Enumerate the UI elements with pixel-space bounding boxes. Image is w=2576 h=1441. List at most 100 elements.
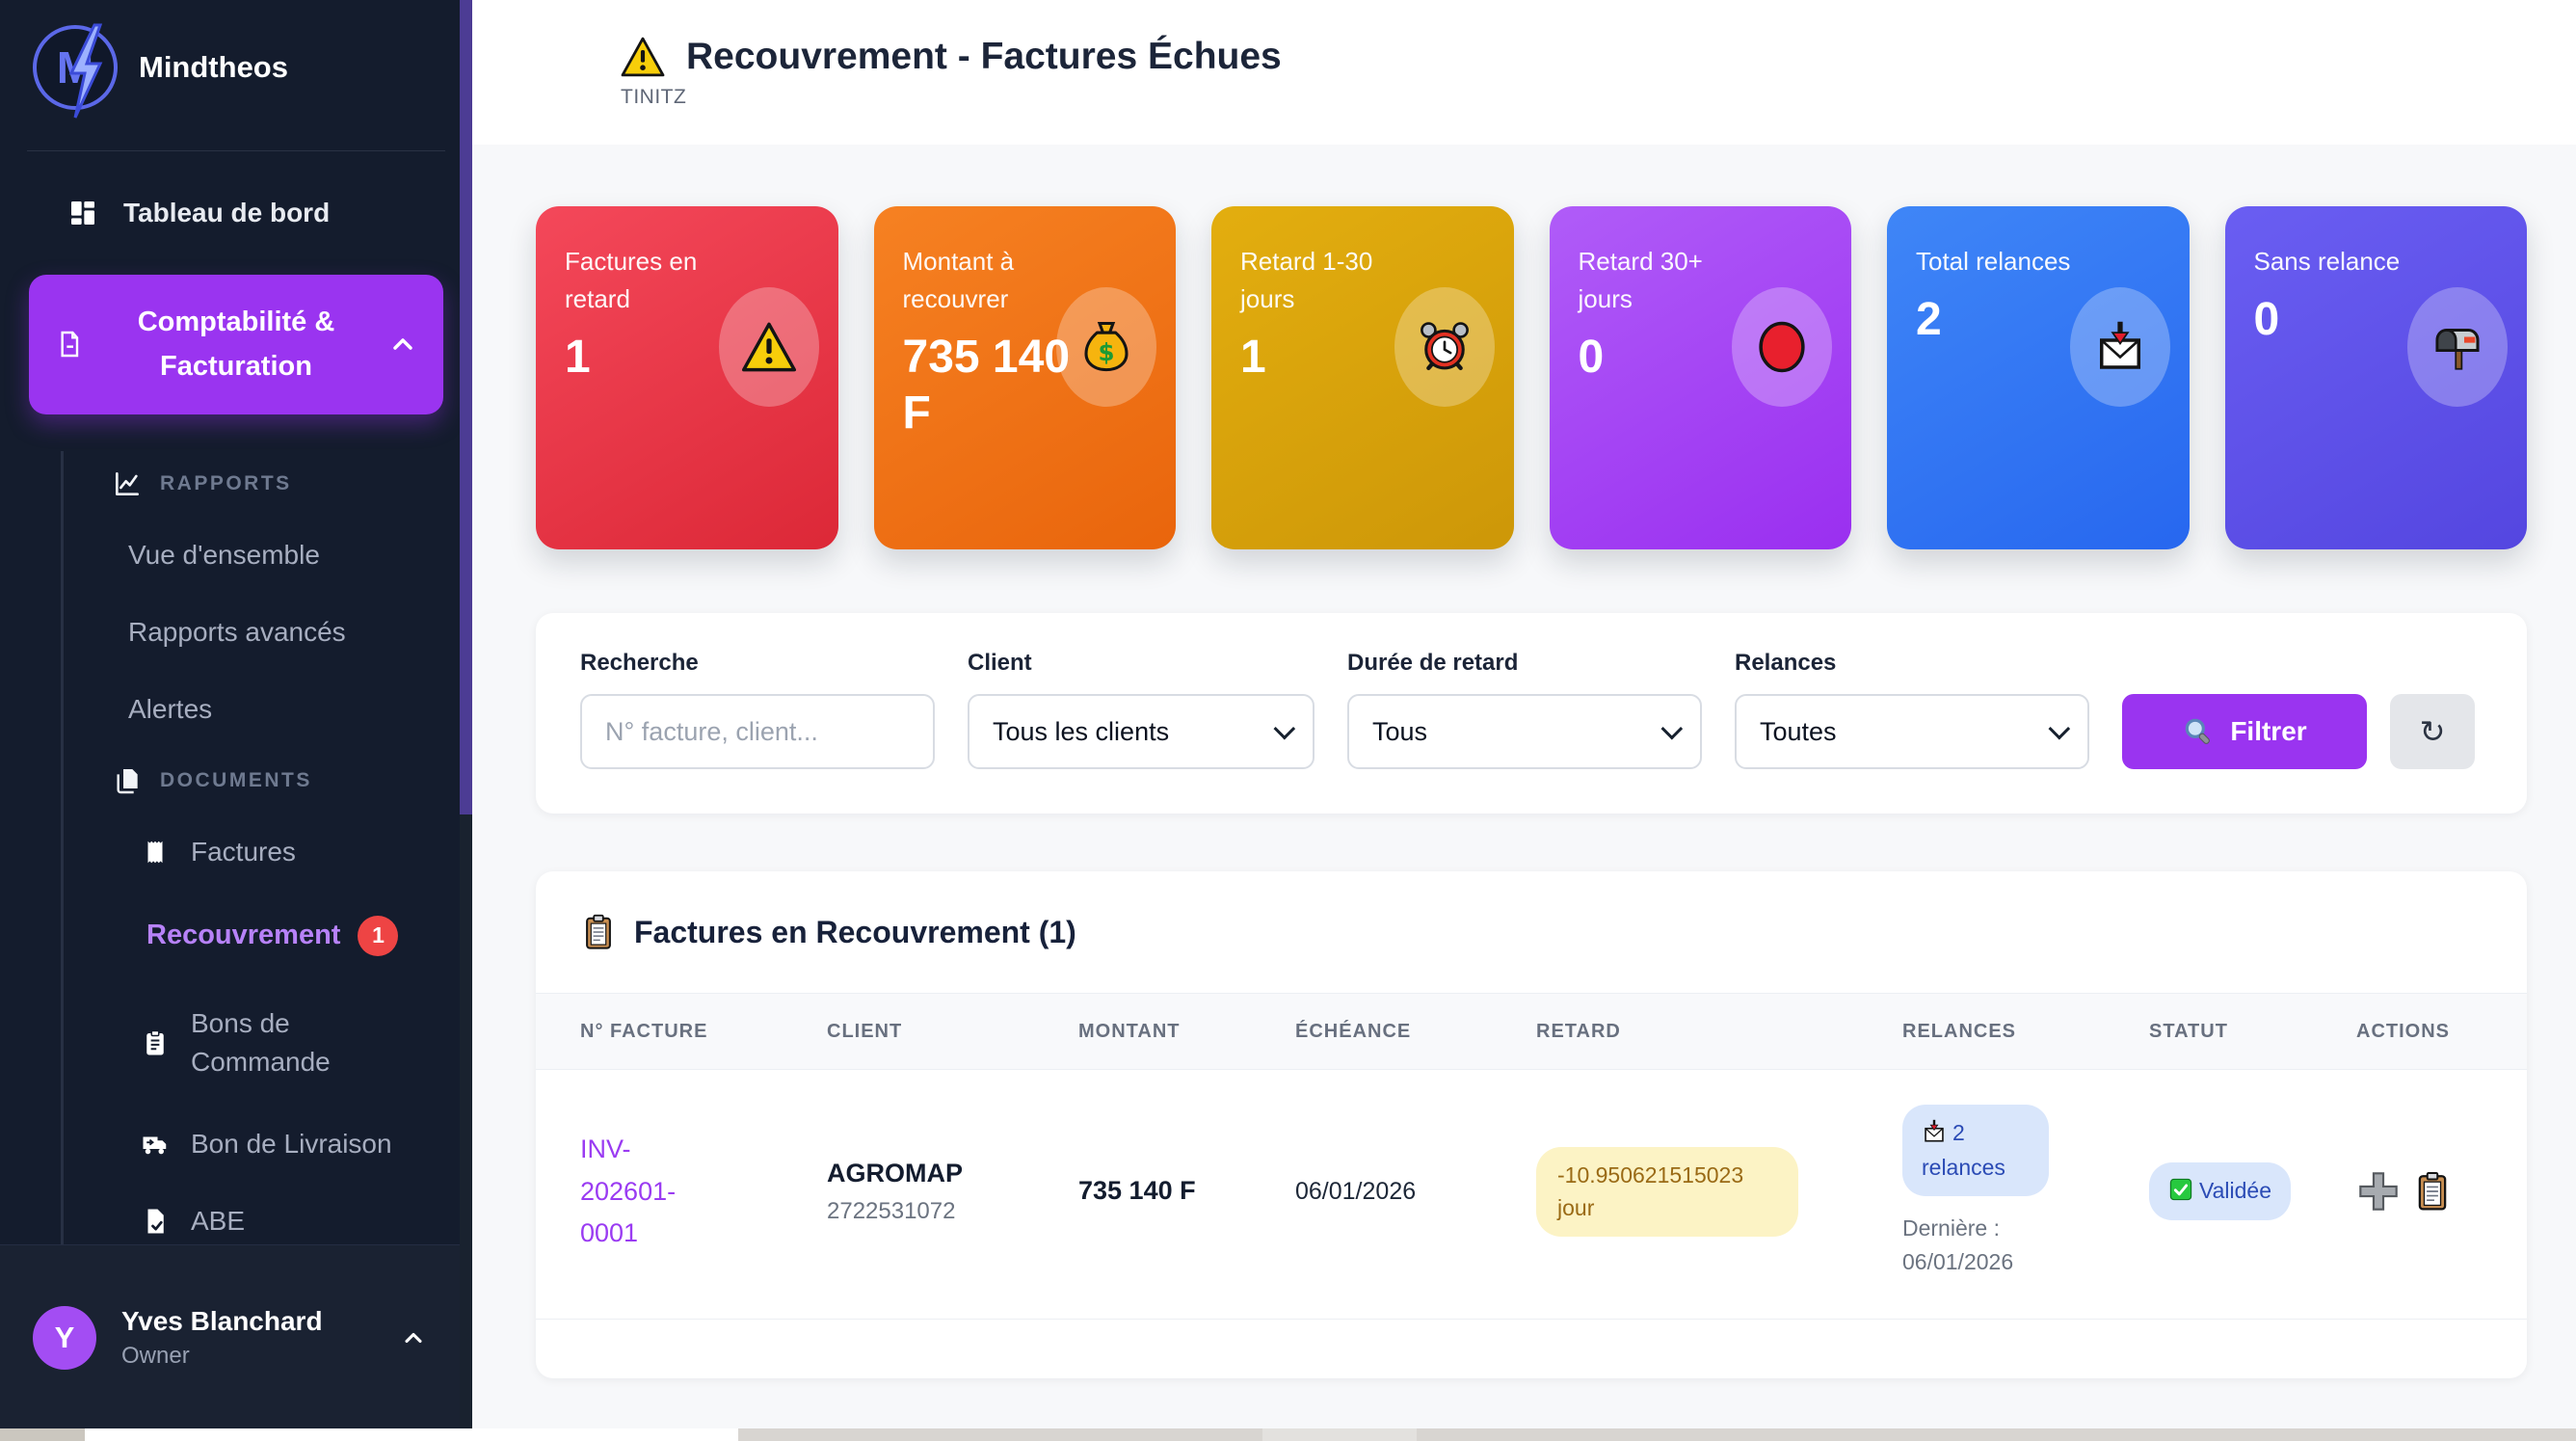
invoice-document-icon bbox=[54, 329, 85, 360]
taskbar-strip bbox=[0, 1428, 2576, 1441]
sidebar-item-label: Vue d'ensemble bbox=[128, 540, 320, 570]
clipboard-icon bbox=[580, 914, 617, 950]
filter-button[interactable]: Filtrer bbox=[2122, 694, 2367, 769]
add-relance-icon[interactable] bbox=[2356, 1169, 2401, 1214]
relances-select[interactable]: Toutes bbox=[1735, 694, 2089, 769]
sidebar-item-rapports-avances[interactable]: Rapports avancés bbox=[64, 594, 472, 671]
stat-icon-bubble bbox=[719, 287, 819, 407]
client-label: Client bbox=[968, 650, 1315, 677]
sidebar-item-label: Recouvrement bbox=[146, 920, 340, 951]
delay-badge: -10.950621515023 jour bbox=[1536, 1147, 1798, 1237]
page-title: Recouvrement - Factures Échues bbox=[686, 36, 1282, 78]
sidebar-item-vue-densemble[interactable]: Vue d'ensemble bbox=[64, 517, 472, 594]
alarm-clock-icon bbox=[1418, 320, 1472, 374]
stat-card-retard-30plus-jours: Retard 30+ jours 0 bbox=[1550, 206, 1852, 549]
stat-card-montant-a-recouvrer: Montant à recouvrer 735 140 F $ bbox=[874, 206, 1177, 549]
last-relance-date: 06/01/2026 bbox=[1902, 1249, 2013, 1274]
stat-icon-bubble bbox=[1394, 287, 1495, 407]
mindtheos-logo-icon: M bbox=[33, 25, 118, 110]
sidebar-item-bons-de-commande[interactable]: Bons de Commande bbox=[64, 981, 472, 1106]
red-circle-icon bbox=[1755, 320, 1809, 374]
table-row: INV-202601-0001 AGROMAP 2722531072 735 1… bbox=[536, 1070, 2527, 1319]
actions-cell bbox=[2356, 1169, 2483, 1214]
invoice-number-link[interactable]: INV-202601-0001 bbox=[580, 1129, 704, 1254]
stat-value: 0 bbox=[2254, 292, 2423, 348]
stat-value: 2 bbox=[1916, 292, 2085, 348]
sidebar-submenu: RAPPORTS Vue d'ensemble Rapports avancés… bbox=[61, 451, 472, 1260]
sidebar-scrollbar[interactable] bbox=[460, 0, 472, 1429]
user-name: Yves Blanchard bbox=[121, 1306, 323, 1337]
sidebar-item-bon-de-livraison[interactable]: Bon de Livraison bbox=[64, 1106, 472, 1183]
sidebar-item-comptabilite-facturation[interactable]: Comptabilité & Facturation bbox=[29, 275, 443, 414]
clipboard-action-icon[interactable] bbox=[2412, 1171, 2453, 1212]
section-documents: DOCUMENTS bbox=[64, 748, 472, 814]
section-label: RAPPORTS bbox=[160, 472, 292, 495]
sidebar-item-alertes[interactable]: Alertes bbox=[64, 671, 472, 748]
due-date-cell: 06/01/2026 bbox=[1295, 1178, 1536, 1206]
sidebar-divider bbox=[27, 150, 445, 151]
refresh-button[interactable]: ↻ bbox=[2390, 694, 2475, 769]
client-select-value: Tous les clients bbox=[993, 717, 1169, 747]
delay-select-value: Tous bbox=[1372, 717, 1427, 747]
client-cell: AGROMAP 2722531072 bbox=[827, 1159, 1078, 1225]
user-role: Owner bbox=[121, 1343, 323, 1370]
incoming-envelope-icon bbox=[1922, 1119, 1947, 1144]
document-check-icon bbox=[141, 1207, 170, 1236]
sidebar-item-factures[interactable]: Factures bbox=[64, 814, 472, 891]
relances-select-value: Toutes bbox=[1760, 717, 1837, 747]
sidebar-item-label: ABE bbox=[191, 1206, 245, 1237]
taskbar-segment bbox=[0, 1428, 85, 1441]
refresh-icon: ↻ bbox=[2420, 713, 2446, 750]
stat-label: Retard 1-30 jours bbox=[1240, 243, 1409, 318]
table-header-row: N° FACTURE CLIENT MONTANT ÉCHÉANCE RETAR… bbox=[536, 993, 2527, 1070]
filter-bar: Recherche Client Tous les clients Durée … bbox=[536, 613, 2527, 814]
incoming-envelope-icon bbox=[2093, 320, 2147, 374]
main-area: Recouvrement - Factures Échues TINITZ Fa… bbox=[472, 0, 2576, 1429]
search-label: Recherche bbox=[580, 650, 935, 677]
stat-icon-bubble: $ bbox=[1056, 287, 1156, 407]
sidebar-item-label: Factures bbox=[191, 837, 296, 867]
client-select[interactable]: Tous les clients bbox=[968, 694, 1315, 769]
relances-badge: 2 relances bbox=[1902, 1105, 2049, 1196]
taskbar-segment bbox=[1262, 1428, 1417, 1441]
sidebar-item-label: Tableau de bord bbox=[123, 198, 330, 228]
col-header-montant: MONTANT bbox=[1078, 1021, 1295, 1043]
stat-label: Retard 30+ jours bbox=[1579, 243, 1747, 318]
sidebar-item-label: Bon de Livraison bbox=[191, 1129, 392, 1160]
sidebar-item-label: Comptabilité & Facturation bbox=[94, 300, 378, 389]
delay-select[interactable]: Tous bbox=[1347, 694, 1702, 769]
receipt-icon bbox=[141, 838, 170, 867]
sidebar: M Mindtheos Tableau de bord Comptabilité… bbox=[0, 0, 472, 1429]
scrollbar-thumb[interactable] bbox=[460, 0, 472, 814]
delay-cell: -10.950621515023 jour bbox=[1536, 1147, 1902, 1237]
sidebar-item-tableau-de-bord[interactable]: Tableau de bord bbox=[0, 180, 472, 246]
closed-mailbox-icon bbox=[2430, 320, 2484, 374]
search-input[interactable] bbox=[580, 694, 935, 769]
chart-line-icon bbox=[112, 468, 143, 499]
last-relance: Dernière : 06/01/2026 bbox=[1902, 1212, 2149, 1278]
relances-field-group: Relances Toutes bbox=[1735, 650, 2089, 769]
chevron-down-icon bbox=[1661, 718, 1684, 740]
section-rapports: RAPPORTS bbox=[64, 451, 472, 517]
stat-card-factures-en-retard: Factures en retard 1 bbox=[536, 206, 838, 549]
avatar: Y bbox=[33, 1306, 96, 1370]
dashboard-grid-icon bbox=[67, 198, 98, 228]
stat-cards: Factures en retard 1 Montant à recouvrer… bbox=[536, 206, 2527, 549]
stat-label: Total relances bbox=[1916, 243, 2085, 280]
stat-value: 1 bbox=[565, 330, 733, 386]
relances-cell: 2 relances Dernière : 06/01/2026 bbox=[1902, 1105, 2149, 1278]
sidebar-item-recouvrement[interactable]: Recouvrement 1 bbox=[64, 891, 472, 981]
stat-card-retard-1-30-jours: Retard 1-30 jours 1 bbox=[1211, 206, 1514, 549]
relances-label: Relances bbox=[1735, 650, 2089, 677]
stat-value: 735 140 F bbox=[903, 330, 1072, 440]
col-header-retard: RETARD bbox=[1536, 1021, 1902, 1043]
stat-icon-bubble bbox=[1732, 287, 1832, 407]
user-info: Yves Blanchard Owner bbox=[121, 1306, 323, 1370]
sidebar-item-label: Bons de Commande bbox=[191, 1004, 364, 1082]
search-field-group: Recherche bbox=[580, 650, 935, 769]
client-field-group: Client Tous les clients bbox=[968, 650, 1315, 769]
col-header-facture: N° FACTURE bbox=[580, 1021, 827, 1043]
warning-triangle-icon bbox=[621, 37, 665, 77]
user-menu[interactable]: Y Yves Blanchard Owner bbox=[0, 1244, 460, 1429]
table-footer bbox=[536, 1319, 2527, 1378]
